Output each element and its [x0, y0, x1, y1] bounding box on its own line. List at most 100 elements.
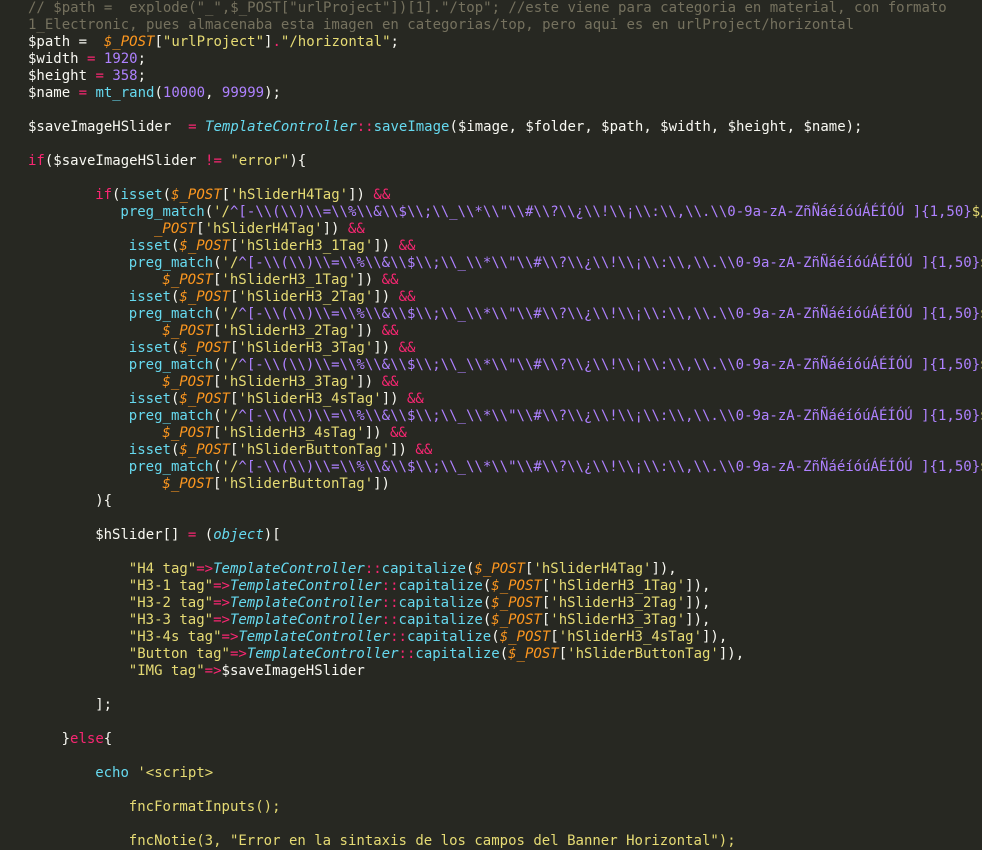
- code-token: preg_match: [128, 255, 214, 271]
- code-line[interactable]: $saveImageHSlider = TemplateController::…: [28, 119, 862, 136]
- code-line[interactable]: $hSlider[] = (object)[: [95, 527, 280, 544]
- code-token: );: [264, 85, 281, 101]
- code-token: &&: [398, 289, 416, 305]
- code-token: ::: [364, 561, 382, 577]
- code-token: (: [499, 646, 509, 662]
- code-token: preg_match: [120, 204, 205, 220]
- code-token: 'hSliderH3_3Tag': [221, 374, 357, 390]
- code-line[interactable]: preg_match('/^[-\\(\\)\\=\\%\\&\\$\\;\\_…: [129, 357, 982, 374]
- code-token: &&: [415, 442, 433, 458]
- code-line[interactable]: if(isset($_POST['hSliderH4Tag']) &&: [95, 187, 390, 204]
- code-token: ^[-\\(\\)\\=\\%\\&\\$\\;\\_\\*\\"\\#\\?\…: [238, 459, 930, 475]
- code-line[interactable]: "Button tag"=>TemplateController::capita…: [129, 646, 744, 663]
- code-line[interactable]: $height = 358;: [28, 68, 146, 85]
- code-line[interactable]: ];: [95, 697, 112, 714]
- code-line[interactable]: isset($_POST['hSliderH3_4sTag']) &&: [129, 391, 424, 408]
- code-line[interactable]: $name = mt_rand(10000, 99999);: [28, 85, 281, 102]
- code-token: (: [491, 629, 500, 645]
- code-token: ]),: [685, 595, 711, 611]
- code-token: TemplateController: [229, 578, 382, 594]
- code-token: ]): [381, 391, 407, 407]
- code-token: {1,50}: [929, 255, 981, 271]
- code-line[interactable]: preg_match('/^[-\\(\\)\\=\\%\\&\\$\\;\\_…: [129, 255, 982, 272]
- code-token: $width: [28, 51, 88, 67]
- code-token: "H3-1 tag": [128, 578, 214, 594]
- code-line[interactable]: $_POST['hSliderH3_2Tag']) &&: [162, 323, 398, 340]
- code-token: {: [103, 731, 113, 747]
- code-token: fncFormatInputs();: [128, 799, 281, 815]
- code-line[interactable]: 1_Electronic, pues almacenaba esta image…: [28, 17, 854, 34]
- code-line[interactable]: echo '<script>: [95, 765, 213, 782]
- code-token: $_POST: [508, 646, 559, 662]
- code-line[interactable]: "H3-4s tag"=>TemplateController::capital…: [129, 629, 728, 646]
- code-token: ^[-\\(\\)\\=\\%\\&\\$\\;\\_\\*\\"\\#\\?\…: [229, 204, 922, 220]
- code-token: "urlProject": [162, 34, 265, 50]
- code-token: (: [213, 306, 222, 322]
- code-token: 1_Electronic, pues almacenaba esta image…: [28, 17, 855, 33]
- code-editor[interactable]: // $path = explode("_",$_POST["urlProjec…: [0, 0, 982, 850]
- code-token: '<script>: [137, 765, 214, 781]
- code-token: $_POST: [499, 629, 551, 645]
- code-line[interactable]: isset($_POST['hSliderButtonTag']) &&: [129, 442, 432, 459]
- code-token: =>: [229, 646, 247, 662]
- code-line[interactable]: $path = $_POST["urlProject"]."/horizonta…: [28, 34, 399, 51]
- code-line[interactable]: if($saveImageHSlider != "error"){: [28, 153, 306, 170]
- code-line[interactable]: preg_match('/^[-\\(\\)\\=\\%\\&\\$\\;\\_…: [129, 306, 982, 323]
- code-token: object: [213, 527, 264, 543]
- code-line[interactable]: _POST['hSliderH4Tag']) &&: [154, 221, 365, 238]
- code-token: ^[-\\(\\)\\=\\%\\&\\$\\;\\_\\*\\"\\#\\?\…: [238, 408, 930, 424]
- code-token: TemplateController: [246, 646, 399, 662]
- code-token: 'hSliderH3_1Tag': [221, 272, 357, 288]
- code-token: ]): [373, 238, 399, 254]
- code-token: preg_match: [128, 306, 214, 322]
- code-line[interactable]: ){: [95, 493, 112, 510]
- code-token: &&: [381, 323, 399, 339]
- code-token: capitalize: [398, 578, 483, 594]
- code-line[interactable]: "IMG tag"=>$saveImageHSlider: [129, 663, 365, 680]
- code-line[interactable]: isset($_POST['hSliderH3_3Tag']) &&: [129, 340, 416, 357]
- code-line[interactable]: preg_match('/^[-\\(\\)\\=\\%\\&\\$\\;\\_…: [120, 204, 982, 221]
- code-line[interactable]: "H3-2 tag"=>TemplateController::capitali…: [129, 595, 711, 612]
- code-token: (: [196, 527, 214, 543]
- code-line[interactable]: $width = 1920;: [28, 51, 146, 68]
- code-token: TemplateController: [238, 629, 391, 645]
- code-token: capitalize: [381, 561, 466, 577]
- code-token: )[: [263, 527, 281, 543]
- code-token: ($saveImageHSlider: [44, 153, 206, 169]
- code-token: [: [196, 221, 205, 237]
- code-token: }: [61, 731, 71, 747]
- code-token: 358: [112, 68, 138, 84]
- code-line[interactable]: $_POST['hSliderH3_4sTag']) &&: [162, 425, 406, 442]
- code-token: (: [204, 204, 214, 220]
- code-token: isset: [120, 187, 163, 203]
- code-line[interactable]: "H3-1 tag"=>TemplateController::capitali…: [129, 578, 711, 595]
- code-token: if: [28, 153, 45, 169]
- code-line[interactable]: $_POST['hSliderH3_3Tag']) &&: [162, 374, 398, 391]
- code-line[interactable]: preg_match('/^[-\\(\\)\\=\\%\\&\\$\\;\\_…: [129, 408, 982, 425]
- code-token: $_POST: [171, 187, 222, 203]
- code-line[interactable]: isset($_POST['hSliderH3_1Tag']) &&: [129, 238, 416, 255]
- code-token: ]): [348, 187, 374, 203]
- code-line[interactable]: "H3-3 tag"=>TemplateController::capitali…: [129, 612, 711, 629]
- code-token: isset: [128, 391, 171, 407]
- code-line[interactable]: $_POST['hSliderButtonTag']): [162, 476, 390, 493]
- code-token: =>: [213, 595, 230, 611]
- code-line[interactable]: }else{: [62, 731, 113, 748]
- code-line[interactable]: // $path = explode("_",$_POST["urlProjec…: [28, 0, 947, 17]
- code-token: $saveImageHSlider: [28, 119, 189, 135]
- code-token: ];: [95, 697, 113, 713]
- code-token: '/: [213, 204, 230, 220]
- code-line[interactable]: preg_match('/^[-\\(\\)\\=\\%\\&\\$\\;\\_…: [129, 459, 982, 476]
- code-token: else: [70, 731, 104, 747]
- code-token: 99999: [221, 85, 265, 101]
- code-token: $_POST: [162, 323, 213, 339]
- code-token: =>: [204, 663, 222, 679]
- code-line[interactable]: isset($_POST['hSliderH3_2Tag']) &&: [129, 289, 416, 306]
- code-token: ){: [95, 493, 113, 509]
- code-line[interactable]: $_POST['hSliderH3_1Tag']) &&: [162, 272, 398, 289]
- code-token: (: [482, 612, 492, 628]
- code-line[interactable]: fncNotie(3, "Error en la sintaxis de los…: [129, 833, 736, 850]
- code-line[interactable]: fncFormatInputs();: [129, 799, 281, 816]
- code-line[interactable]: "H4 tag"=>TemplateController::capitalize…: [129, 561, 677, 578]
- code-token: &&: [407, 391, 424, 407]
